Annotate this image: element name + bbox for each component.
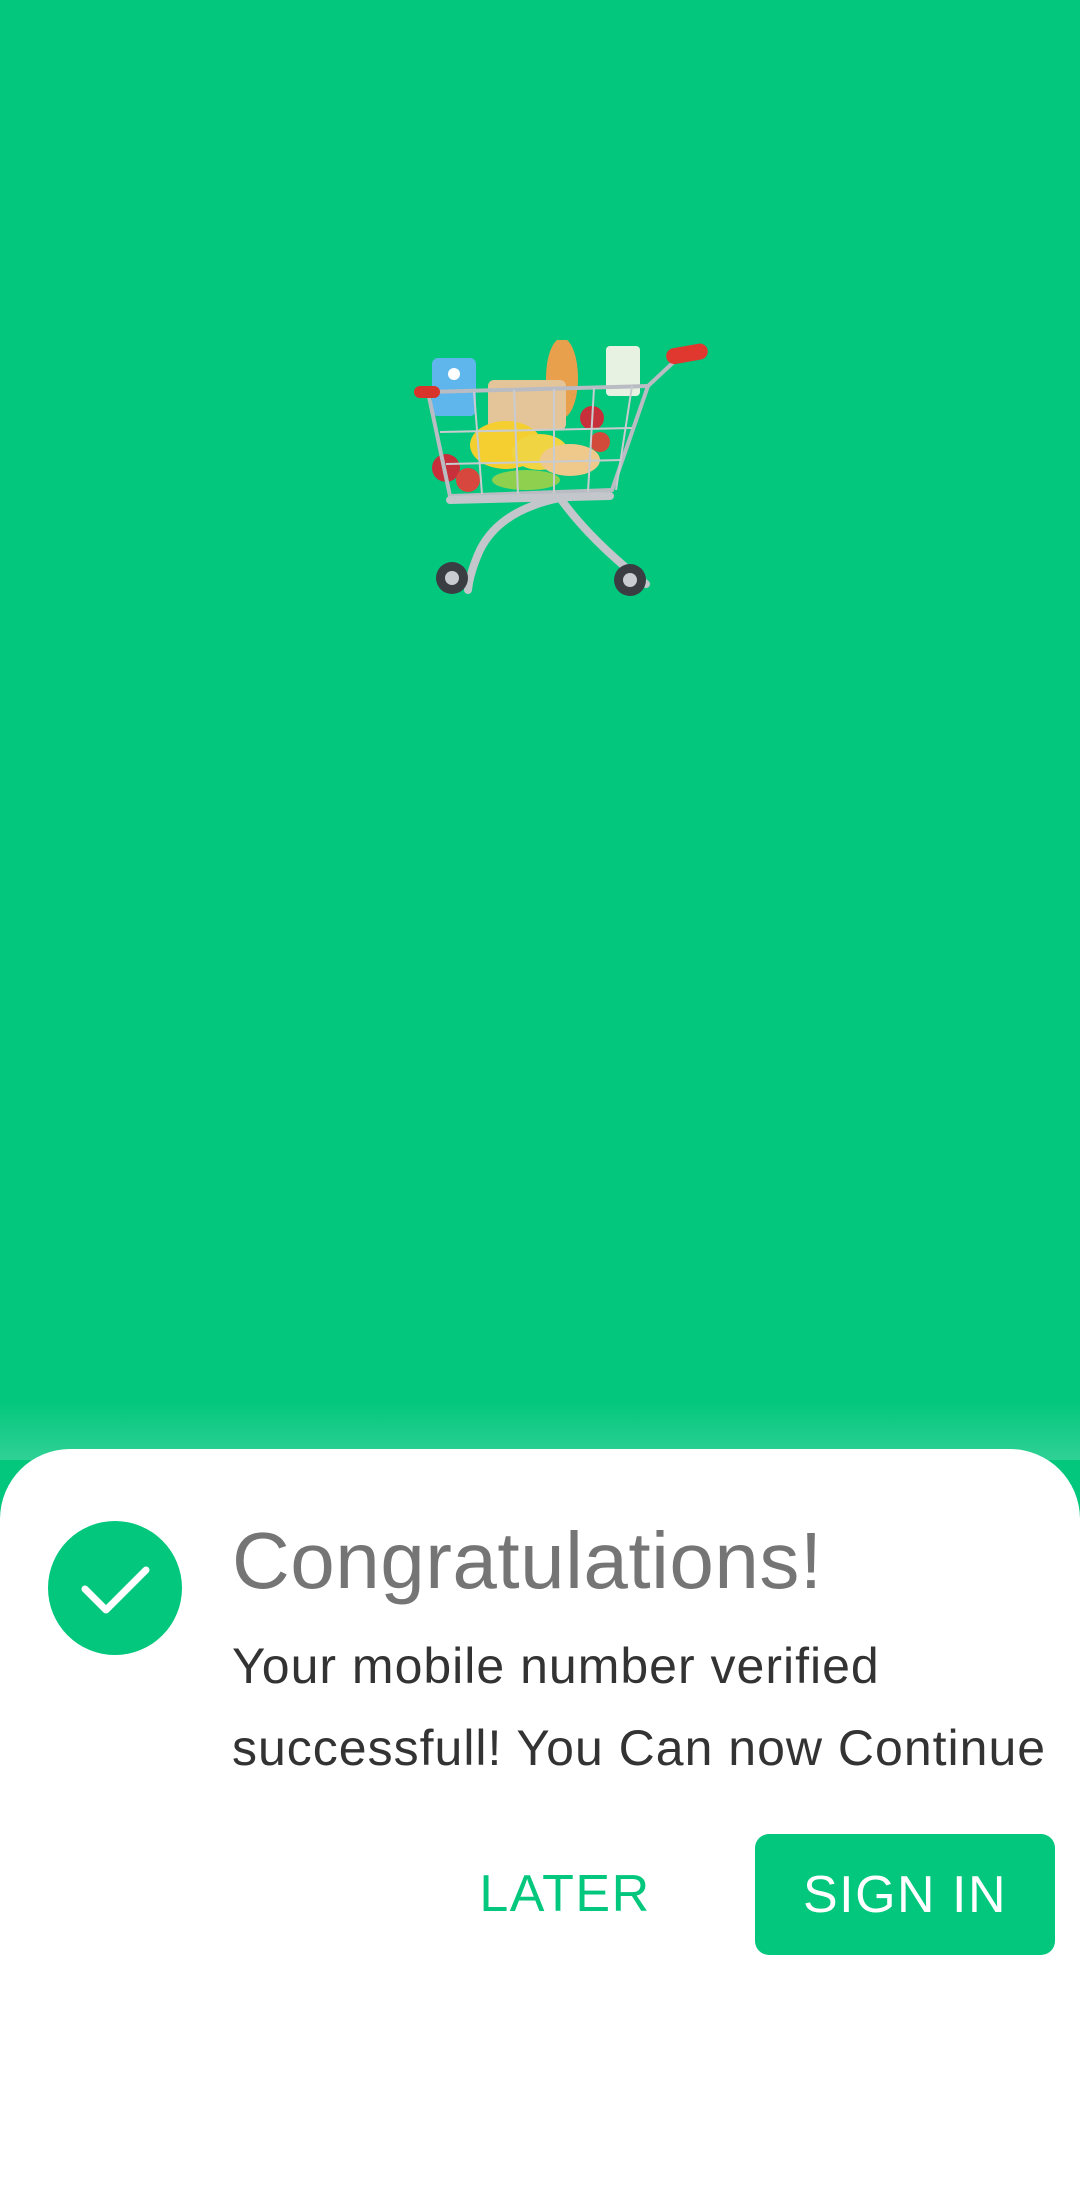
dialog-message: Your mobile number verified successfull!…: [232, 1638, 1047, 1776]
sign-in-button[interactable]: SIGN IN: [755, 1834, 1055, 1955]
app-screen: Congratulations! Your mobile number veri…: [0, 0, 1080, 2199]
check-circle-icon: [48, 1521, 182, 1655]
hero-background: [0, 0, 1080, 1450]
later-button[interactable]: LATER: [450, 1834, 680, 1954]
shopping-cart-illustration: [414, 340, 708, 596]
dialog-title: Congratulations!: [232, 1516, 823, 1605]
